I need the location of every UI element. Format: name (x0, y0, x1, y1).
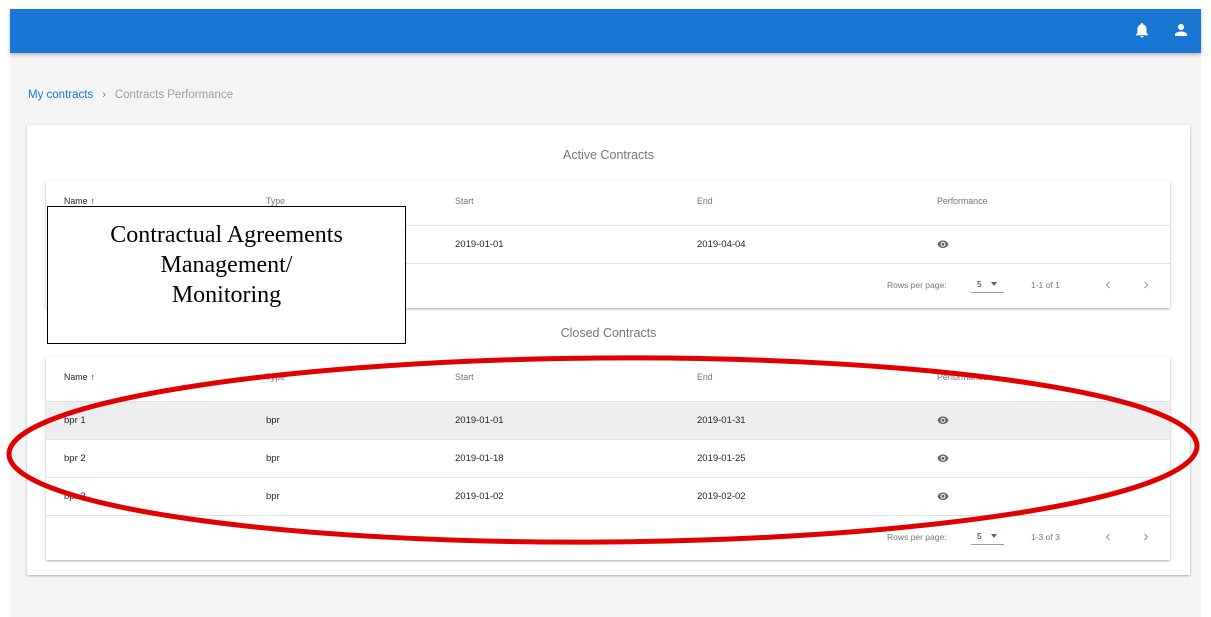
chevron-left-icon[interactable] (1101, 530, 1115, 544)
row-name: bpr 1 (64, 415, 86, 426)
annotation-line: Monitoring (171, 282, 282, 308)
chevron-right-icon[interactable] (1139, 530, 1153, 544)
active-contracts-title: Active Contracts (562, 148, 654, 162)
rows-per-page-select[interactable]: 5 (971, 526, 1004, 545)
row-start: 2019-01-18 (455, 453, 504, 464)
user-icon[interactable] (1172, 21, 1190, 39)
row-type: bpr (266, 415, 280, 426)
eye-icon[interactable] (937, 416, 949, 425)
pagination-range: 1-1 of 1 (1031, 280, 1060, 290)
row-end: 2019-01-25 (697, 453, 746, 464)
arrow-up-icon: ↑ (90, 372, 95, 382)
row-name: bpr 2 (64, 453, 86, 464)
breadcrumb-separator: › (102, 89, 106, 101)
rows-per-page-value: 5 (977, 279, 982, 289)
row-end: 2019-04-04 (697, 239, 746, 250)
row-end: 2019-02-02 (697, 491, 746, 502)
row-start: 2019-01-01 (455, 239, 504, 250)
top-app-bar (10, 9, 1201, 53)
row-start: 2019-01-02 (455, 491, 504, 502)
pagination-range: 1-3 of 3 (1031, 532, 1060, 542)
column-start-header[interactable]: Start (455, 357, 474, 397)
table-row[interactable]: bpr 2 bpr 2019-01-18 2019-01-25 (46, 440, 1170, 478)
bell-icon[interactable] (1133, 21, 1151, 39)
eye-icon[interactable] (937, 454, 949, 463)
contracts-card: Active Contracts Name ↑ Type Start End Pe… (27, 125, 1190, 575)
row-name: bpr 3 (64, 491, 86, 502)
rows-per-page-label: Rows per page: (887, 532, 947, 542)
column-type-header[interactable]: Type (266, 357, 285, 397)
table-header-row: Name ↑ Type Start End Performance (46, 357, 1170, 402)
column-performance-header[interactable]: Performance (937, 181, 987, 221)
table-row[interactable]: bpr 1 bpr 2019-01-01 2019-01-31 (46, 402, 1170, 440)
rows-per-page-value: 5 (977, 531, 982, 541)
breadcrumb: My contracts › Contracts Performance (28, 89, 233, 101)
table-row[interactable]: bpr 3 bpr 2019-01-02 2019-02-02 (46, 478, 1170, 516)
annotation-line: Contractual Agreements (110, 222, 343, 248)
caret-down-icon (991, 282, 997, 286)
breadcrumb-my-contracts[interactable]: My contracts (28, 89, 93, 101)
column-end-header[interactable]: End (697, 357, 713, 397)
rows-per-page-label: Rows per page: (887, 280, 947, 290)
column-end-header[interactable]: End (697, 181, 713, 221)
eye-icon[interactable] (937, 240, 949, 249)
column-performance-header[interactable]: Performance (937, 357, 987, 397)
column-name-header[interactable]: Name ↑ (64, 357, 95, 397)
eye-icon[interactable] (937, 492, 949, 501)
table-pagination: Rows per page: 5 1-3 of 3 (46, 516, 1170, 560)
rows-per-page-select[interactable]: 5 (971, 274, 1004, 293)
annotation-line: Management/ (160, 252, 293, 278)
chevron-left-icon[interactable] (1101, 278, 1115, 292)
closed-contracts-table: Name ↑ Type Start End Performance bpr 1 b… (46, 357, 1170, 560)
chevron-right-icon[interactable] (1139, 278, 1153, 292)
column-start-header[interactable]: Start (455, 181, 474, 221)
row-type: bpr (266, 453, 280, 464)
caret-down-icon (991, 534, 997, 538)
row-end: 2019-01-31 (697, 415, 746, 426)
breadcrumb-current: Contracts Performance (114, 89, 234, 101)
annotation-label-box: Contractual Agreements Management/ Monit… (47, 206, 406, 344)
row-type: bpr (266, 491, 280, 502)
row-start: 2019-01-01 (455, 415, 504, 426)
